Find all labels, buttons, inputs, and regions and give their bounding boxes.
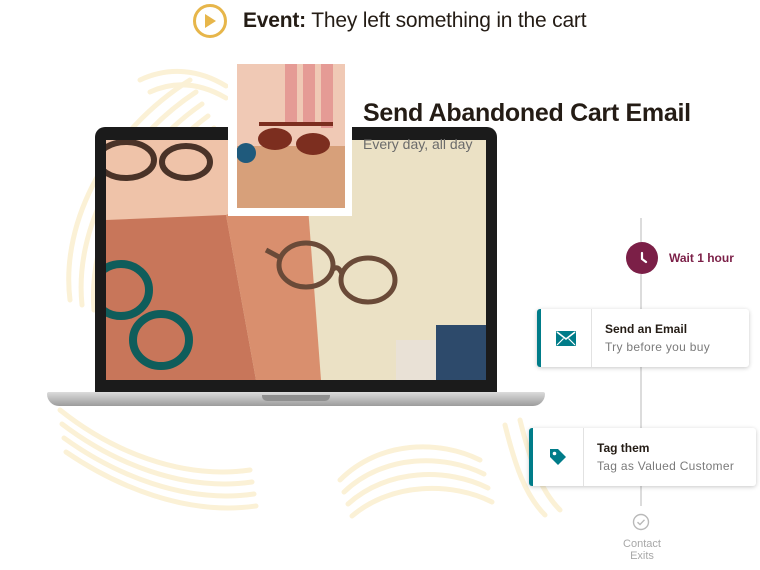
campaign-subtitle: Every day, all day	[363, 136, 473, 152]
laptop-notch	[262, 395, 330, 401]
event-header: Event: They left something in the cart	[193, 2, 587, 40]
event-label: Event:	[243, 9, 306, 32]
tag-icon	[533, 428, 584, 486]
workflow-step-tag[interactable]: Tag them Tag as Valued Customer	[529, 428, 756, 486]
clock-icon	[626, 242, 658, 274]
event-text: They left something in the cart	[311, 9, 587, 32]
workflow-step-send-email[interactable]: Send an Email Try before you buy	[537, 309, 749, 367]
event-description: Event: They left something in the cart	[243, 9, 587, 33]
wait-step-label: Wait 1 hour	[669, 251, 734, 265]
step-subtitle: Tag as Valued Customer	[597, 459, 735, 473]
timeline-connector	[640, 274, 642, 309]
play-icon	[193, 4, 227, 38]
step-subtitle: Try before you buy	[605, 340, 711, 354]
check-circle-icon	[632, 513, 650, 531]
timeline-connector	[640, 367, 642, 428]
exit-label-line1: Contact	[623, 538, 661, 550]
campaign-title: Send Abandoned Cart Email	[363, 99, 691, 127]
timeline-connector	[640, 486, 642, 506]
timeline-connector	[640, 218, 642, 242]
campaign-thumbnail-image	[237, 64, 345, 208]
step-title: Send an Email	[605, 322, 688, 336]
contact-exits-label: Contact Exits	[606, 538, 678, 562]
step-title: Tag them	[597, 441, 650, 455]
envelope-icon	[541, 309, 592, 367]
exit-label-line2: Exits	[630, 550, 654, 562]
